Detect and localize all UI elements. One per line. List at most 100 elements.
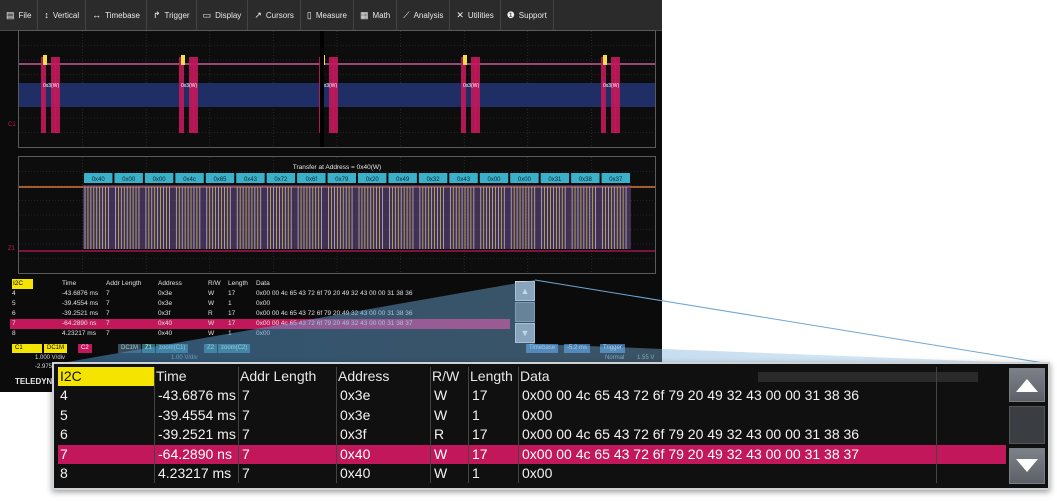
cell-addr_length: 7 bbox=[242, 387, 250, 404]
byte-label: 0x43 bbox=[244, 177, 258, 183]
menu-support[interactable]: ❶ Support bbox=[501, 0, 554, 30]
header-addr_length[interactable]: Addr Length bbox=[240, 367, 336, 386]
cell-data: 0x00 00 4c 65 43 72 6f 79 20 49 32 43 00… bbox=[522, 426, 860, 443]
byte-label: 0x49 bbox=[396, 177, 410, 183]
small-table-row[interactable]: 8 4.23217 ms 7 0x40 W 1 0x00 bbox=[10, 329, 510, 339]
byte-label: 0x20 bbox=[366, 177, 380, 183]
cell-rw: W bbox=[434, 464, 448, 481]
cell-addr_length: 7 bbox=[242, 445, 250, 462]
small-cell-data: 0x00 00 4c 65 43 72 6f 79 20 49 32 43 00… bbox=[256, 320, 413, 327]
byte-label: 0x37 bbox=[609, 177, 623, 183]
cell-rw: W bbox=[434, 406, 448, 423]
overview-waveform-grid: 0x3(W) 0x3(W) 0x3(W) 0x3(W) 0x3(W) bbox=[18, 30, 656, 148]
cell-rw: W bbox=[434, 387, 448, 404]
menu-label: Trigger bbox=[164, 10, 190, 20]
small-cell-rw: W bbox=[208, 290, 215, 297]
z2-badge[interactable]: Z2 bbox=[204, 344, 218, 353]
column-divider bbox=[430, 367, 431, 484]
z1-badge[interactable]: Z1 bbox=[142, 344, 156, 353]
small-cell-time: -64.2890 ns bbox=[62, 320, 97, 327]
small-table-row[interactable]: 7 -64.2890 ns 7 0x40 W 17 0x00 00 4c 65 43 72 … bbox=[10, 319, 510, 329]
menu-trigger[interactable]: ↱ Trigger bbox=[147, 0, 197, 30]
trigger-cursor bbox=[320, 31, 324, 147]
scroll-down-button-small[interactable]: ▼ bbox=[515, 323, 535, 343]
table-row[interactable]: 6 -39.2521 ms 7 0x3f R 17 0x00 00 4c 65 43 72 … bbox=[58, 425, 1006, 444]
small-header-protocol: I2C bbox=[12, 279, 34, 289]
timebase-label[interactable]: Timebase bbox=[526, 344, 559, 353]
cell-time: -64.2890 ns bbox=[158, 445, 232, 462]
packet-label: 0x3(W) bbox=[43, 83, 59, 89]
scroll-up-button-small[interactable]: ▲ bbox=[515, 281, 535, 301]
timebase-value: -5.2 ms bbox=[564, 344, 591, 353]
cell-time: 4.23217 ms bbox=[158, 464, 232, 481]
decode-waveform-svg: Transfer at Address = 0x40(W) 0x40 0x00 0x0… bbox=[19, 157, 655, 273]
cell-time: -39.2521 ms bbox=[158, 426, 236, 443]
timebase-icon: ↔ bbox=[92, 10, 102, 20]
header-rw[interactable]: R/W bbox=[432, 367, 468, 386]
scroll-down-button[interactable] bbox=[1009, 448, 1045, 484]
c1-badge[interactable]: C1 bbox=[12, 344, 42, 353]
menu-math[interactable]: ▦ Math bbox=[354, 0, 398, 30]
byte-label: 0x32 bbox=[427, 177, 441, 183]
file-icon: ▤ bbox=[6, 9, 15, 20]
byte-label: 0x6f bbox=[306, 177, 318, 183]
cell-index: 4 bbox=[60, 387, 68, 404]
scroll-track[interactable] bbox=[1009, 406, 1045, 444]
menu-display[interactable]: ▭ Display bbox=[197, 0, 249, 30]
small-header-data: Data bbox=[256, 280, 270, 287]
menu-cursors[interactable]: ↗ Cursors bbox=[248, 0, 301, 30]
scroll-up-button[interactable] bbox=[1009, 368, 1045, 402]
small-cell-address: 0x40 bbox=[158, 320, 173, 327]
small-header-rw: R/W bbox=[208, 280, 221, 287]
column-divider bbox=[154, 367, 155, 484]
small-cell-length: 17 bbox=[228, 290, 236, 297]
table-row[interactable]: 5 -39.4554 ms 7 0x3e W 1 0x00 bbox=[58, 406, 1006, 425]
byte-label: 0x65 bbox=[213, 177, 227, 183]
menu-vertical[interactable]: ↕ Vertical bbox=[38, 0, 87, 30]
header-time[interactable]: Time bbox=[156, 367, 238, 386]
menu-timebase[interactable]: ↔ Timebase bbox=[86, 0, 147, 30]
analysis-icon: ⟋ bbox=[403, 9, 410, 20]
cell-data: 0x00 00 4c 65 43 72 6f 79 20 49 32 43 00… bbox=[522, 445, 860, 462]
small-cell-addr_length: 7 bbox=[106, 290, 110, 297]
menu-measure[interactable]: ▯ Measure bbox=[301, 0, 354, 30]
z1-source: zoom(C1) bbox=[156, 344, 189, 353]
cell-rw: R bbox=[434, 426, 445, 443]
small-cell-data: 0x00 00 4c 65 43 72 6f 79 20 49 32 43 00… bbox=[256, 310, 413, 317]
small-cell-addr_length: 7 bbox=[106, 330, 110, 337]
small-table-row[interactable]: 5 -39.4554 ms 7 0x3e W 1 0x00 bbox=[10, 299, 510, 309]
small-table-row[interactable]: 6 -39.2521 ms 7 0x3f R 17 0x00 00 4c 65 43 72 … bbox=[10, 309, 510, 319]
decode-table-small: I2C Time Addr Length Address R/W Length Data 4 -… bbox=[10, 279, 510, 339]
small-cell-time: -39.4554 ms bbox=[62, 300, 99, 307]
small-cell-index: 7 bbox=[12, 320, 16, 327]
small-cell-length: 1 bbox=[228, 300, 232, 307]
cell-rw: W bbox=[434, 445, 448, 462]
small-table-row[interactable]: 4 -43.6876 ms 7 0x3e W 17 0x00 00 4c 65 43 72 … bbox=[10, 289, 510, 299]
cell-length: 17 bbox=[472, 445, 488, 462]
cell-length: 17 bbox=[472, 426, 488, 443]
cell-address: 0x3e bbox=[340, 406, 371, 423]
header-filter-bar bbox=[758, 372, 978, 382]
c2-badge[interactable]: C2 bbox=[78, 344, 92, 353]
small-cell-address: 0x3e bbox=[158, 300, 173, 307]
menu-utilities[interactable]: ✕ Utilities bbox=[450, 0, 501, 30]
header-address[interactable]: Address bbox=[338, 367, 430, 386]
scroll-track-small[interactable] bbox=[515, 302, 535, 322]
byte-label: 0x00 bbox=[122, 177, 136, 183]
table-row[interactable]: 7 -64.2890 ns 7 0x40 W 17 0x00 00 4c 65 43 72 … bbox=[58, 444, 1006, 464]
header-length[interactable]: Length bbox=[470, 367, 518, 386]
menu-label: Math bbox=[372, 10, 391, 20]
small-cell-index: 6 bbox=[12, 310, 16, 317]
menu-file[interactable]: ▤ File bbox=[0, 0, 39, 30]
oscilloscope-screen: ▤ File ↕ Vertical ↔ Timebase ↱ Trigger ▭ Display ↗… bbox=[0, 0, 662, 392]
small-cell-index: 4 bbox=[12, 290, 16, 297]
table-row[interactable]: 8 4.23217 ms 7 0x40 W 1 0x00 bbox=[58, 464, 1006, 483]
trigger-label[interactable]: Trigger bbox=[600, 344, 625, 353]
overview-waveform-svg: 0x3(W) 0x3(W) 0x3(W) 0x3(W) 0x3(W) bbox=[19, 31, 655, 147]
header-protocol[interactable]: I2C bbox=[58, 367, 154, 386]
table-row[interactable]: 4 -43.6876 ms 7 0x3e W 17 0x00 00 4c 65 43 72 … bbox=[58, 386, 1006, 405]
menu-analysis[interactable]: ⟋ Analysis bbox=[397, 0, 451, 30]
small-cell-addr_length: 7 bbox=[106, 300, 110, 307]
small-cell-address: 0x40 bbox=[158, 330, 173, 337]
packet-label: 0x3(W) bbox=[181, 83, 197, 89]
